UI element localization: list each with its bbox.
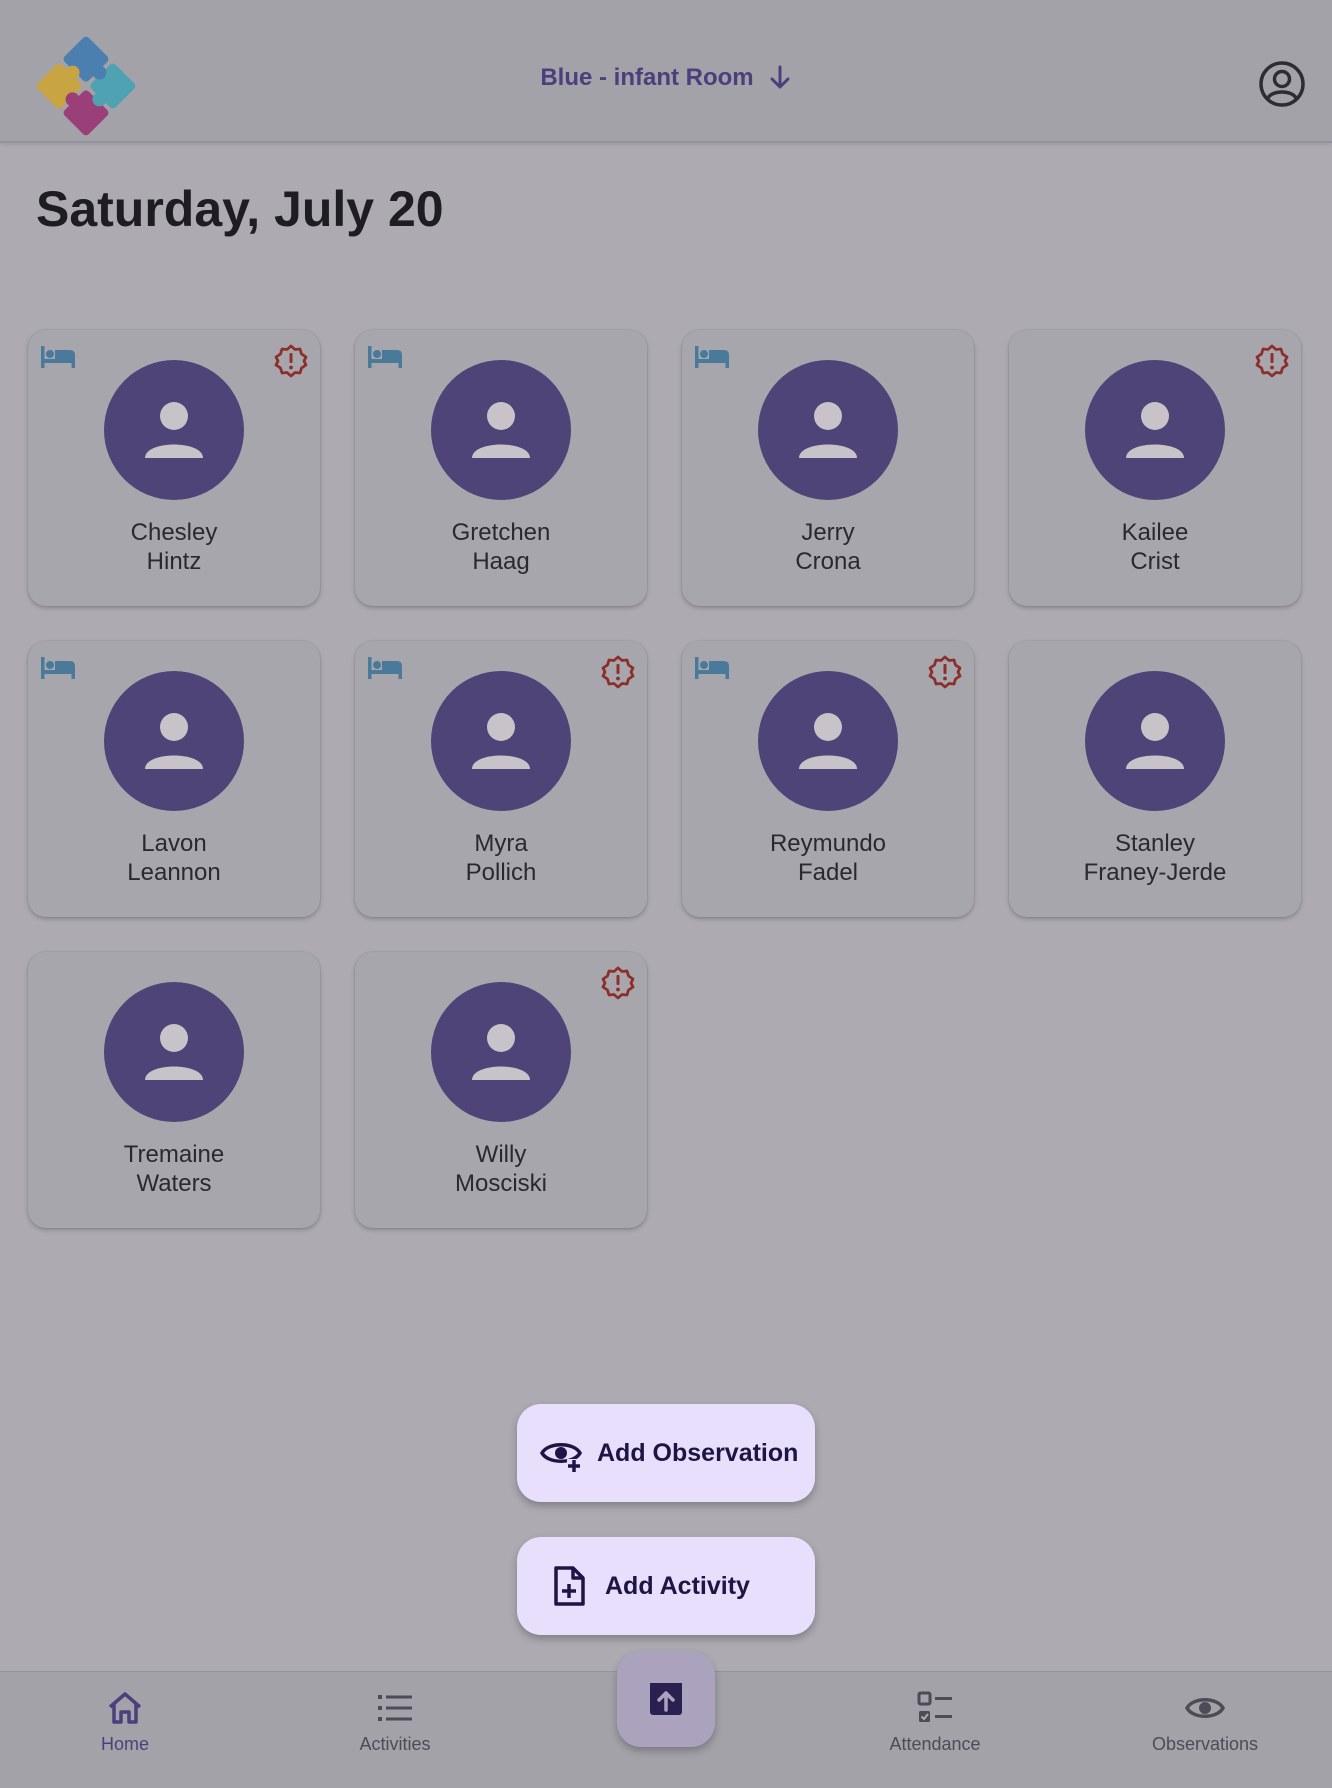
add-observation-button[interactable]: Add Observation (517, 1404, 815, 1502)
child-last-name: Pollich (465, 859, 537, 886)
avatar (1085, 360, 1225, 500)
child-last-name: Haag (472, 548, 530, 575)
child-card[interactable]: Jerry Crona (682, 330, 974, 606)
child-name: Willy Mosciski (355, 1140, 647, 1198)
avatar (431, 671, 571, 811)
child-name: Jerry Crona (682, 518, 974, 576)
child-first-name: Jerry (801, 519, 855, 546)
child-name: Chesley Hintz (28, 518, 320, 576)
person-icon (472, 713, 530, 769)
child-name: Reymundo Fadel (682, 829, 974, 887)
nav-attendance[interactable]: Attendance (850, 1688, 1020, 1755)
avatar (758, 360, 898, 500)
person-icon (145, 402, 203, 458)
bed-icon (368, 346, 402, 368)
bed-icon (695, 657, 729, 679)
upload-box-icon (650, 1683, 682, 1715)
child-last-name: Hintz (146, 548, 202, 575)
nav-attendance-label: Attendance (889, 1734, 981, 1754)
child-name: Myra Pollich (355, 829, 647, 887)
child-card[interactable]: Gretchen Haag (355, 330, 647, 606)
child-first-name: Tremaine (123, 1141, 225, 1168)
person-icon (472, 1024, 530, 1080)
nav-home[interactable]: Home (40, 1688, 210, 1755)
child-card[interactable]: Tremaine Waters (28, 952, 320, 1228)
list-icon (378, 1695, 412, 1721)
center-fab-button[interactable] (617, 1651, 715, 1747)
child-card[interactable]: Willy Mosciski (355, 952, 647, 1228)
alert-badge-icon (601, 655, 635, 689)
add-activity-label: Add Activity (605, 1571, 750, 1600)
child-name: Gretchen Haag (355, 518, 647, 576)
eye-plus-icon (540, 1443, 582, 1473)
child-last-name: Waters (136, 1170, 212, 1197)
add-observation-label: Add Observation (597, 1438, 799, 1467)
checklist-icon (917, 1691, 952, 1722)
child-last-name: Crona (795, 548, 861, 575)
avatar (431, 982, 571, 1122)
child-card[interactable]: Myra Pollich (355, 641, 647, 917)
app-header: Blue - infant Room (0, 0, 1332, 143)
avatar (431, 360, 571, 500)
add-activity-button[interactable]: Add Activity (517, 1537, 815, 1635)
alert-badge-icon (274, 344, 308, 378)
home-icon (108, 1692, 142, 1724)
nav-observations-label: Observations (1151, 1734, 1259, 1754)
avatar (104, 671, 244, 811)
person-icon (1126, 713, 1184, 769)
account-circle-icon[interactable] (1258, 60, 1306, 108)
alert-badge-icon (601, 966, 635, 1000)
nav-activities[interactable]: Activities (310, 1688, 480, 1755)
avatar (758, 671, 898, 811)
page-title: Saturday, July 20 (36, 181, 444, 237)
person-icon (799, 402, 857, 458)
child-first-name: Kailee (1121, 519, 1189, 546)
eye-icon (1185, 1698, 1225, 1718)
child-name: Tremaine Waters (28, 1140, 320, 1198)
child-last-name: Leannon (127, 859, 221, 886)
alert-badge-icon (1255, 344, 1289, 378)
avatar (1085, 671, 1225, 811)
child-card[interactable]: Lavon Leannon (28, 641, 320, 917)
child-first-name: Stanley (1114, 830, 1196, 857)
bed-icon (695, 346, 729, 368)
child-first-name: Chesley (130, 519, 218, 546)
room-label[interactable]: Blue - infant Room (540, 64, 753, 92)
child-first-name: Lavon (141, 830, 207, 857)
nav-activities-label: Activities (359, 1734, 431, 1754)
child-first-name: Reymundo (769, 830, 887, 857)
child-last-name: Franey-Jerde (1083, 859, 1227, 886)
bed-icon (41, 346, 75, 368)
child-card[interactable]: Kailee Crist (1009, 330, 1301, 606)
child-last-name: Mosciski (454, 1170, 547, 1197)
child-last-name: Crist (1130, 548, 1180, 575)
child-name: Lavon Leannon (28, 829, 320, 887)
alert-badge-icon (928, 655, 962, 689)
note-add-icon (554, 1566, 585, 1606)
child-card[interactable]: Chesley Hintz (28, 330, 320, 606)
person-icon (145, 713, 203, 769)
avatar (104, 360, 244, 500)
puzzle-logo[interactable] (30, 30, 142, 142)
avatar (104, 982, 244, 1122)
nav-home-label: Home (100, 1734, 149, 1754)
child-name: Stanley Franey-Jerde (1009, 829, 1301, 887)
bed-icon (41, 657, 75, 679)
child-card[interactable]: Reymundo Fadel (682, 641, 974, 917)
person-icon (145, 1024, 203, 1080)
child-name: Kailee Crist (1009, 518, 1301, 576)
person-icon (799, 713, 857, 769)
room-selector[interactable]: Blue - infant Room (0, 64, 1332, 92)
child-first-name: Gretchen (451, 519, 551, 546)
child-last-name: Fadel (797, 859, 859, 886)
person-icon (472, 402, 530, 458)
child-first-name: Myra (474, 830, 528, 857)
person-icon (1126, 402, 1184, 458)
bed-icon (368, 657, 402, 679)
nav-observations[interactable]: Observations (1120, 1688, 1290, 1755)
arrow-down-icon[interactable] (768, 65, 792, 91)
child-card[interactable]: Stanley Franey-Jerde (1009, 641, 1301, 917)
child-first-name: Willy (475, 1141, 527, 1168)
